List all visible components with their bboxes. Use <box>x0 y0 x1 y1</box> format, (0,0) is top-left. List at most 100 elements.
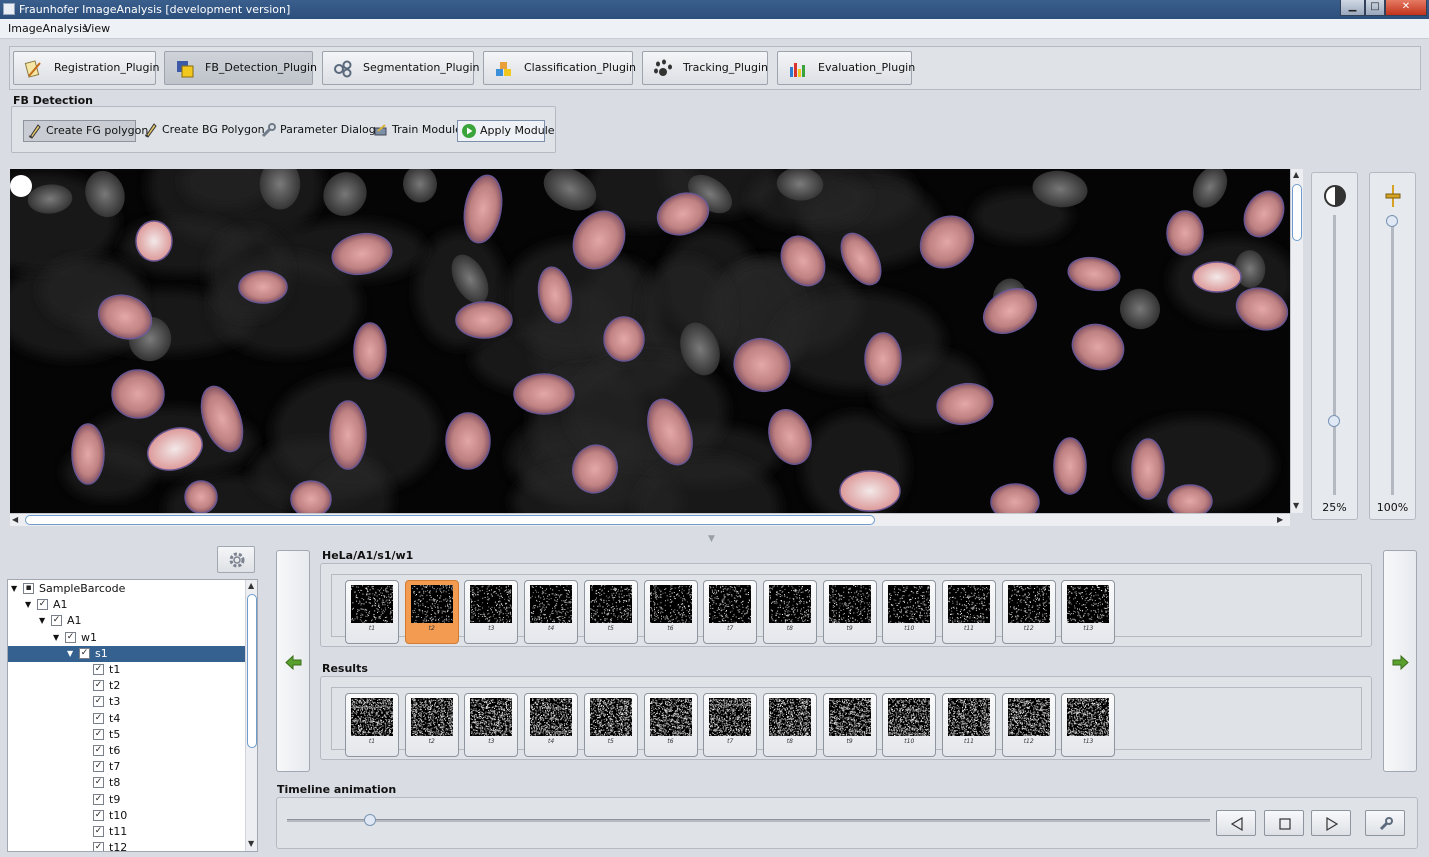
evaluation-plugin-button[interactable]: Evaluation_Plugin <box>777 51 915 85</box>
scroll-right-arrow-icon[interactable]: ▶ <box>1277 515 1283 524</box>
timeline-settings-button[interactable] <box>1365 810 1405 836</box>
result-frame-thumbnail[interactable]: t5 <box>583 693 638 757</box>
scroll-left-arrow-icon[interactable]: ◀ <box>12 515 18 524</box>
tree-row[interactable]: ✓ t7 <box>8 759 245 775</box>
result-frame-thumbnail[interactable]: t6 <box>643 693 698 757</box>
timeline-slider-track[interactable] <box>287 819 1210 822</box>
result-frame-thumbnail[interactable]: t10 <box>882 693 937 757</box>
tree-row[interactable]: ✓ t9 <box>8 792 245 808</box>
tree-checkbox[interactable]: ✓ <box>93 793 104 805</box>
train-module-button[interactable]: Train Module <box>370 120 462 142</box>
tree-row[interactable]: ✓ t8 <box>8 775 245 791</box>
menu-view[interactable]: View <box>84 22 110 35</box>
tree-checkbox[interactable]: ✓ <box>93 777 104 789</box>
result-frame-thumbnail[interactable]: t9 <box>822 693 877 757</box>
source-frame-thumbnail[interactable]: t2 <box>404 580 459 644</box>
image-horizontal-scrollbar[interactable]: ◀ ▶ <box>10 513 1290 526</box>
source-frame-thumbnail[interactable]: t9 <box>822 580 877 644</box>
tree-row[interactable]: ✓ t2 <box>8 678 245 694</box>
tree-checkbox[interactable]: ✓ <box>93 664 104 675</box>
source-frame-thumbnail[interactable]: t10 <box>882 580 937 644</box>
create-bg-polygon-button[interactable]: Create BG Polygon <box>140 120 265 142</box>
scroll-down-arrow-icon[interactable]: ▼ <box>1293 501 1299 510</box>
sample-tree[interactable]: ✓ t12 ✓ t11 ✓ t10 ✓ t9 ✓ t8 ✓ t7 ✓ t6 ✓ t5 ✓ t4 ✓ t3 ✓ t2 ✓ t1 ▼… <box>7 579 258 852</box>
tree-checkbox[interactable]: ✓ <box>93 696 104 708</box>
result-frame-thumbnail[interactable]: t2 <box>404 693 459 757</box>
contrast-slider-track[interactable] <box>1333 215 1336 495</box>
result-frame-thumbnail[interactable]: t4 <box>524 693 579 757</box>
scroll-up-arrow-icon[interactable]: ▲ <box>1293 170 1299 179</box>
source-frame-thumbnail[interactable]: t8 <box>762 580 817 644</box>
parameter-dialog-button[interactable]: Parameter Dialog <box>258 120 376 142</box>
play-backward-button[interactable] <box>1216 810 1256 836</box>
expand-toggle-icon[interactable]: ▼ <box>39 613 45 629</box>
result-frame-thumbnail[interactable]: t7 <box>703 693 758 757</box>
source-frame-thumbnail[interactable]: t3 <box>464 580 519 644</box>
tree-scroll-thumb[interactable] <box>247 594 257 748</box>
zoom-slider-knob[interactable] <box>1386 215 1398 227</box>
source-frame-thumbnail[interactable]: t5 <box>583 580 638 644</box>
tree-checkbox[interactable]: ✓ <box>51 615 62 627</box>
splitter-collapse-arrow-icon[interactable]: ▼ <box>708 534 715 544</box>
source-frame-thumbnail[interactable]: t4 <box>524 580 579 644</box>
tree-scroll-down-icon[interactable]: ▼ <box>248 839 254 848</box>
result-frame-thumbnail[interactable]: t13 <box>1061 693 1116 757</box>
expand-toggle-icon[interactable]: ▼ <box>25 597 31 613</box>
expand-toggle-icon[interactable]: ▼ <box>11 581 17 597</box>
source-frame-thumbnail[interactable]: t7 <box>703 580 758 644</box>
vertical-scroll-thumb[interactable] <box>1292 184 1302 241</box>
tree-row[interactable]: ✓ t6 <box>8 743 245 759</box>
tree-checkbox[interactable]: ✓ <box>93 826 104 837</box>
tree-row[interactable]: ▼ ✓ A1 <box>8 597 245 613</box>
play-forward-button[interactable] <box>1311 810 1351 836</box>
close-button[interactable]: ✕ <box>1385 0 1427 16</box>
menu-imageanalysis[interactable]: ImageAnalysis <box>8 22 88 35</box>
source-frame-thumbnail[interactable]: t13 <box>1061 580 1116 644</box>
next-frames-button[interactable] <box>1383 550 1417 772</box>
tree-row[interactable]: ✓ t4 <box>8 711 245 727</box>
tree-checkbox[interactable]: ✓ <box>93 712 104 724</box>
tree-checkbox[interactable]: ✓ <box>93 680 104 692</box>
tree-row[interactable]: ✓ t11 <box>8 824 245 840</box>
create-fg-polygon-button[interactable]: Create FG polygon <box>23 120 148 142</box>
image-viewer[interactable] <box>10 169 1290 513</box>
tree-checkbox[interactable]: ✓ <box>79 647 90 659</box>
maximize-button[interactable]: □ <box>1365 0 1385 16</box>
source-frame-thumbnail[interactable]: t11 <box>942 580 996 644</box>
tree-row[interactable]: ✓ t10 <box>8 808 245 824</box>
result-frame-thumbnail[interactable]: t1 <box>345 693 399 757</box>
result-frame-thumbnail[interactable]: t11 <box>942 693 996 757</box>
tree-scrollbar[interactable]: ▲ ▼ <box>245 580 257 851</box>
source-frame-thumbnail[interactable]: t6 <box>643 580 698 644</box>
tree-checkbox[interactable]: ▪ <box>23 583 34 594</box>
settings-button[interactable] <box>217 546 255 573</box>
tracking-plugin-button[interactable]: Tracking_Plugin <box>642 51 768 85</box>
tree-checkbox[interactable]: ✓ <box>93 761 104 773</box>
tree-scroll-up-icon[interactable]: ▲ <box>248 581 254 590</box>
fb-detection-plugin-button[interactable]: FB_Detection_Plugin <box>164 51 317 85</box>
apply-module-button[interactable]: Apply Module <box>457 120 555 142</box>
tree-checkbox[interactable]: ✓ <box>93 809 104 821</box>
tree-checkbox[interactable]: ✓ <box>93 728 104 740</box>
tree-checkbox[interactable]: ✓ <box>65 631 76 643</box>
result-frame-thumbnail[interactable]: t3 <box>464 693 519 757</box>
horizontal-scroll-thumb[interactable] <box>25 515 875 525</box>
tree-row[interactable]: ▼ ✓ s1 <box>8 645 245 662</box>
stop-button[interactable] <box>1264 810 1304 836</box>
expand-toggle-icon[interactable]: ▼ <box>67 646 73 662</box>
zoom-slider-track[interactable] <box>1391 215 1394 495</box>
timeline-slider-knob[interactable] <box>364 814 377 826</box>
tree-row[interactable]: ▼ ▪ SampleBarcode <box>8 581 245 597</box>
tree-row[interactable]: ✓ t5 <box>8 727 245 743</box>
source-frame-thumbnail[interactable]: t1 <box>345 580 399 644</box>
tree-row[interactable]: ✓ t1 <box>8 662 245 678</box>
result-frame-thumbnail[interactable]: t12 <box>1001 693 1056 757</box>
tree-row[interactable]: ✓ t3 <box>8 694 245 710</box>
classification-plugin-button[interactable]: Classification_Plugin <box>483 51 636 85</box>
tree-row[interactable]: ▼ ✓ w1 <box>8 630 245 646</box>
source-frame-thumbnail[interactable]: t12 <box>1001 580 1056 644</box>
previous-frames-button[interactable] <box>276 550 310 772</box>
minimize-button[interactable]: ▁ <box>1340 0 1365 16</box>
image-vertical-scrollbar[interactable]: ▲ ▼ <box>1290 169 1303 513</box>
segmentation-plugin-button[interactable]: Segmentation_Plugin <box>322 51 479 85</box>
